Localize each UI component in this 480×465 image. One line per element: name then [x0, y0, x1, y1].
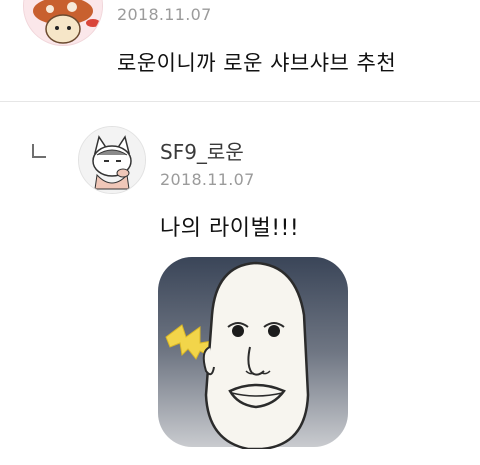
- reply-avatar[interactable]: [78, 126, 146, 194]
- parent-comment-text: 로운이니까 로운 샤브샤브 추천: [117, 51, 397, 75]
- cat-character-icon: [79, 127, 145, 193]
- parent-comment: 2018.11.07 로운이니까 로운 샤브샤브 추천: [0, 0, 480, 100]
- parent-comment-date: 2018.11.07: [117, 5, 212, 24]
- comment-divider: [0, 101, 480, 102]
- mushroom-character-icon: [24, 0, 102, 45]
- sticker-image: [158, 257, 348, 451]
- pale-face-meme-sticker: [156, 255, 350, 451]
- parent-avatar[interactable]: [23, 0, 103, 46]
- reply-date: 2018.11.07: [160, 170, 255, 189]
- reply-text: 나의 라이벌!!!: [160, 216, 300, 241]
- comment-thread: 2018.11.07 로운이니까 로운 샤브샤브 추천 SF9_로운 2018.…: [0, 0, 480, 465]
- reply-author-name[interactable]: SF9_로운: [160, 136, 244, 165]
- reply-arrow-icon: [32, 144, 46, 158]
